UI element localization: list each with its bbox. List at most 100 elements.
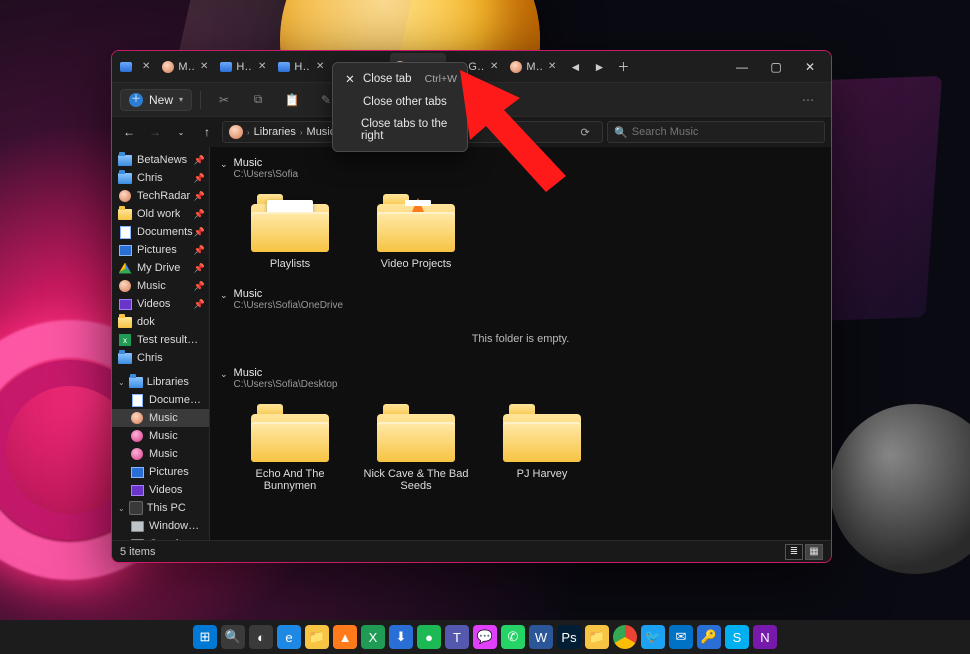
folder-item[interactable]: Nick Cave & The Bad Seeds: [358, 402, 474, 492]
sidebar-item[interactable]: xTest results July 20: [112, 331, 209, 349]
sidebar-item-label: Music: [149, 412, 178, 424]
taskbar-keepass-icon[interactable]: 🔑: [697, 625, 721, 649]
sidebar-item[interactable]: Pictures: [112, 463, 209, 481]
taskbar-edge-icon[interactable]: e: [277, 625, 301, 649]
cut-icon[interactable]: ✂: [209, 86, 239, 114]
folder-item[interactable]: Echo And The Bunnymen: [232, 402, 348, 492]
context-menu-item[interactable]: Close tabs to the right: [337, 113, 463, 147]
breadcrumb-libraries[interactable]: Libraries: [254, 126, 296, 138]
sidebar-item[interactable]: Windows (C:): [112, 517, 209, 535]
taskbar-onenote-icon[interactable]: N: [753, 625, 777, 649]
folder-item[interactable]: Video Projects: [358, 192, 474, 270]
close-tab-icon[interactable]: ✕: [314, 61, 326, 72]
taskbar-ps-icon[interactable]: Ps: [557, 625, 581, 649]
close-tab-icon[interactable]: ✕: [140, 61, 152, 72]
taskbar-chrome-icon[interactable]: [613, 625, 637, 649]
sidebar-item[interactable]: Music: [112, 445, 209, 463]
sidebar-item[interactable]: Pictures📌: [112, 241, 209, 259]
sidebar-item[interactable]: Chris: [112, 349, 209, 367]
close-tab-icon[interactable]: ✕: [256, 61, 268, 72]
explorer-tab[interactable]: Hom✕: [274, 53, 330, 81]
group-path: C:\Users\Sofia\OneDrive: [234, 300, 343, 311]
sidebar-item[interactable]: Music📌: [112, 277, 209, 295]
taskbar-messenger-icon[interactable]: 💬: [473, 625, 497, 649]
group-header[interactable]: ⌄MusicC:\Users\Sofia\Desktop: [210, 363, 831, 396]
copy-icon[interactable]: ⧉: [243, 86, 273, 114]
sidebar-item[interactable]: Videos: [112, 481, 209, 499]
plus-icon: ＋: [129, 93, 143, 107]
explorer-tab[interactable]: Mus✕: [158, 53, 214, 81]
nav-recent-button[interactable]: ⌄: [170, 121, 192, 143]
context-menu-item[interactable]: ✕Close tabCtrl+W: [337, 67, 463, 91]
thispc-section[interactable]: ⌄This PC: [112, 499, 209, 517]
taskbar-search-icon[interactable]: 🔍: [221, 625, 245, 649]
sidebar-item-icon: [118, 225, 132, 239]
tab-nav-prev-button[interactable]: ◄: [564, 56, 586, 78]
nav-forward-button[interactable]: →: [144, 121, 166, 143]
taskbar-store-icon[interactable]: ⬇: [389, 625, 413, 649]
pin-icon: 📌: [194, 209, 205, 220]
new-button[interactable]: ＋ New ▾: [120, 89, 192, 111]
sidebar-item[interactable]: Music: [112, 409, 209, 427]
taskbar-twitter-icon[interactable]: 🐦: [641, 625, 665, 649]
folder-item[interactable]: Playlists: [232, 192, 348, 270]
close-tab-icon[interactable]: ✕: [198, 61, 210, 72]
close-tab-icon[interactable]: ✕: [488, 61, 500, 72]
window-maximize-button[interactable]: ▢: [759, 53, 793, 81]
taskbar-start-icon[interactable]: ⊞: [193, 625, 217, 649]
taskbar-whatsapp-icon[interactable]: ✆: [501, 625, 525, 649]
close-tab-icon[interactable]: ✕: [546, 61, 558, 72]
explorer-tab[interactable]: ✕: [116, 53, 156, 81]
tab-nav-next-button[interactable]: ►: [588, 56, 610, 78]
sidebar-item[interactable]: Videos📌: [112, 295, 209, 313]
sidebar-item-label: Music: [149, 448, 178, 460]
more-icon[interactable]: ⋯: [793, 86, 823, 114]
sidebar-item[interactable]: My Drive📌: [112, 259, 209, 277]
folder-label: Nick Cave & The Bad Seeds: [360, 468, 472, 492]
add-tab-button[interactable]: ＋: [612, 56, 634, 78]
sidebar-item-label: Pictures: [137, 244, 177, 256]
libraries-section[interactable]: ⌄Libraries: [112, 373, 209, 391]
context-menu-item[interactable]: Close other tabs: [337, 91, 463, 113]
paste-icon[interactable]: 📋: [277, 86, 307, 114]
details-view-button[interactable]: ≣: [785, 544, 803, 560]
search-field[interactable]: [632, 126, 818, 138]
sidebar-item-label: Videos: [137, 298, 170, 310]
icons-view-button[interactable]: ▦: [805, 544, 823, 560]
sidebar-item[interactable]: Old work📌: [112, 205, 209, 223]
address-row: ← → ⌄ ↑ › Libraries › Music › ⟳ 🔍: [112, 117, 831, 147]
taskbar-files-icon[interactable]: 📁: [305, 625, 329, 649]
sidebar-item-label: BetaNews: [137, 154, 187, 166]
taskbar-word-icon[interactable]: W: [529, 625, 553, 649]
taskbar-vlc-icon[interactable]: ▲: [333, 625, 357, 649]
sidebar-item[interactable]: Chris📌: [112, 169, 209, 187]
sidebar-item[interactable]: Documents📌: [112, 223, 209, 241]
taskbar-task-icon[interactable]: ◐: [249, 625, 273, 649]
taskbar-excel-icon[interactable]: X: [361, 625, 385, 649]
sidebar-item[interactable]: Google Drive (I:: [112, 535, 209, 540]
explorer-tab[interactable]: Mus✕: [506, 53, 562, 81]
nav-back-button[interactable]: ←: [118, 121, 140, 143]
explorer-tab[interactable]: Hom✕: [216, 53, 272, 81]
window-close-button[interactable]: ✕: [793, 53, 827, 81]
taskbar-teams-icon[interactable]: T: [445, 625, 469, 649]
sidebar-item[interactable]: BetaNews📌: [112, 151, 209, 169]
sidebar-item[interactable]: TechRadar📌: [112, 187, 209, 205]
sidebar-item[interactable]: Music: [112, 427, 209, 445]
taskbar-skype-icon[interactable]: S: [725, 625, 749, 649]
taskbar-folder-icon[interactable]: 📁: [585, 625, 609, 649]
search-input[interactable]: 🔍: [607, 121, 825, 143]
sidebar-item[interactable]: Documents: [112, 391, 209, 409]
taskbar-mail-icon[interactable]: ✉: [669, 625, 693, 649]
group-header[interactable]: ⌄MusicC:\Users\Sofia: [210, 153, 831, 186]
group-header[interactable]: ⌄MusicC:\Users\Sofia\OneDrive: [210, 284, 831, 317]
breadcrumb-music[interactable]: Music: [307, 126, 336, 138]
folder-item[interactable]: PJ Harvey: [484, 402, 600, 492]
window-minimize-button[interactable]: —: [725, 53, 759, 81]
nav-up-button[interactable]: ↑: [196, 121, 218, 143]
pin-icon: 📌: [194, 173, 205, 184]
taskbar-spotify-icon[interactable]: ●: [417, 625, 441, 649]
sidebar-item[interactable]: dok: [112, 313, 209, 331]
refresh-icon[interactable]: ⟳: [574, 121, 596, 143]
folder-label: PJ Harvey: [517, 468, 568, 480]
